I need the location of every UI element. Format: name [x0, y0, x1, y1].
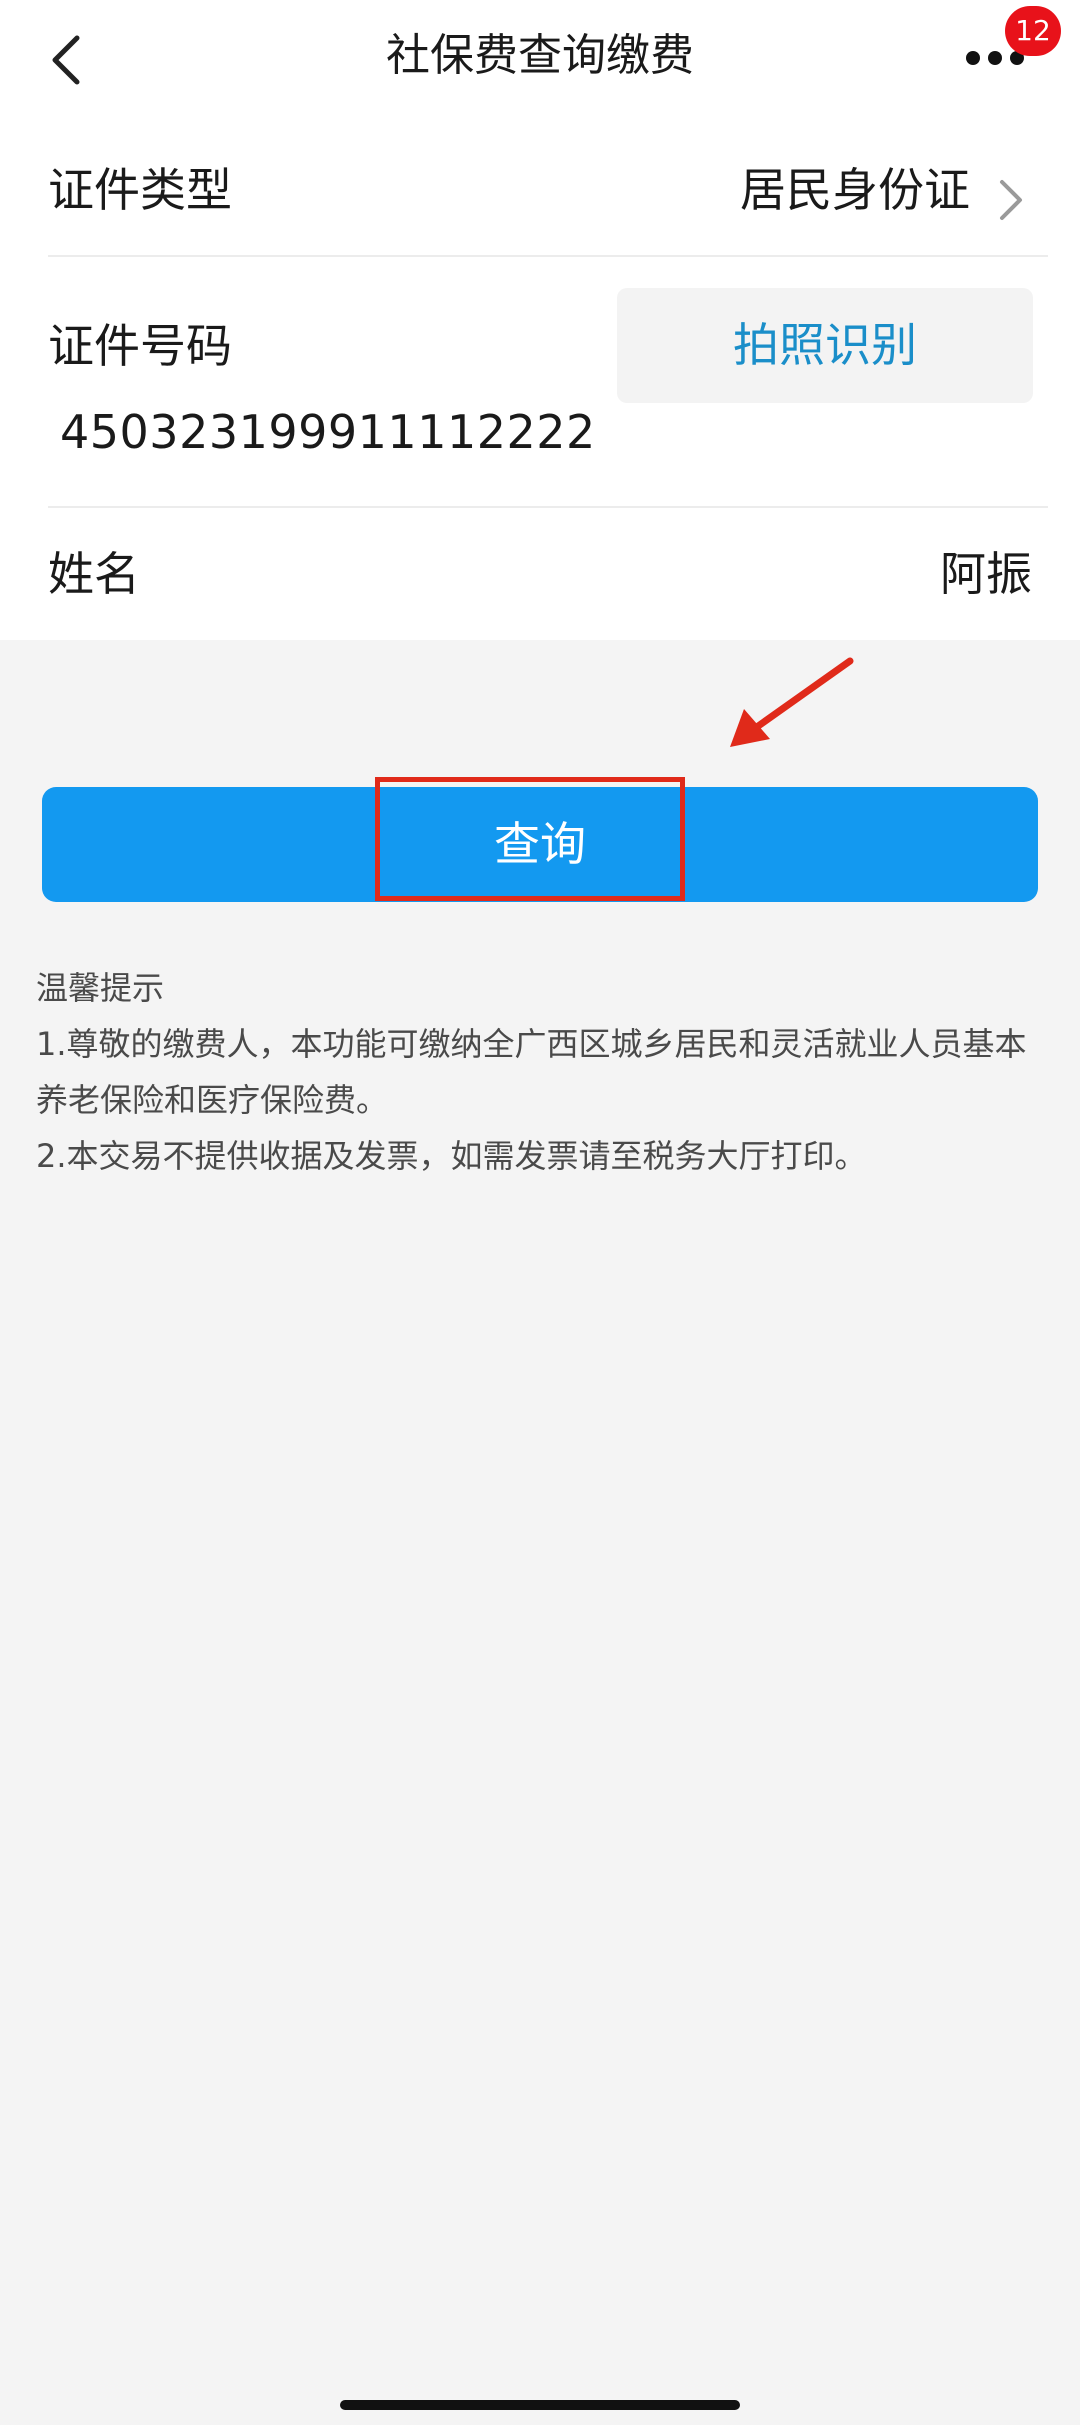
tips-line-2: 2.本交易不提供收据及发票，如需发票请至税务大厅打印。 [36, 1137, 867, 1175]
id-type-value: 居民身份证 [740, 163, 970, 217]
tips-section: 温馨提示 1.尊敬的缴费人，本功能可缴纳全广西区城乡居民和灵活就业人员基本养老保… [36, 960, 1046, 1184]
name-label: 姓名 [48, 547, 140, 601]
tips-title: 温馨提示 [36, 969, 165, 1007]
nav-bar: 社保费查询缴费 12 [0, 0, 1080, 120]
divider [48, 506, 1048, 508]
photo-recognize-button[interactable]: 拍照识别 [617, 288, 1033, 403]
chevron-right-icon [1000, 180, 1022, 220]
home-indicator[interactable] [340, 2400, 740, 2410]
name-field[interactable]: 阿振 [940, 544, 1032, 604]
id-number-label: 证件号码 [48, 319, 232, 373]
annotation-highlight-box [375, 777, 685, 901]
query-form: 证件类型 居民身份证 证件号码 拍照识别 450323199911112222 … [0, 120, 1080, 640]
divider [48, 255, 1048, 257]
more-dot [988, 51, 1002, 65]
id-number-field[interactable]: 450323199911112222 [60, 402, 596, 462]
page-title: 社保费查询缴费 [386, 30, 694, 81]
more-dots-icon [966, 51, 980, 65]
id-type-label: 证件类型 [48, 163, 232, 217]
notification-badge: 12 [1005, 6, 1061, 56]
annotation-arrow [730, 657, 854, 747]
tips-line-1: 1.尊敬的缴费人，本功能可缴纳全广西区城乡居民和灵活就业人员基本养老保险和医疗保… [36, 1025, 1027, 1119]
